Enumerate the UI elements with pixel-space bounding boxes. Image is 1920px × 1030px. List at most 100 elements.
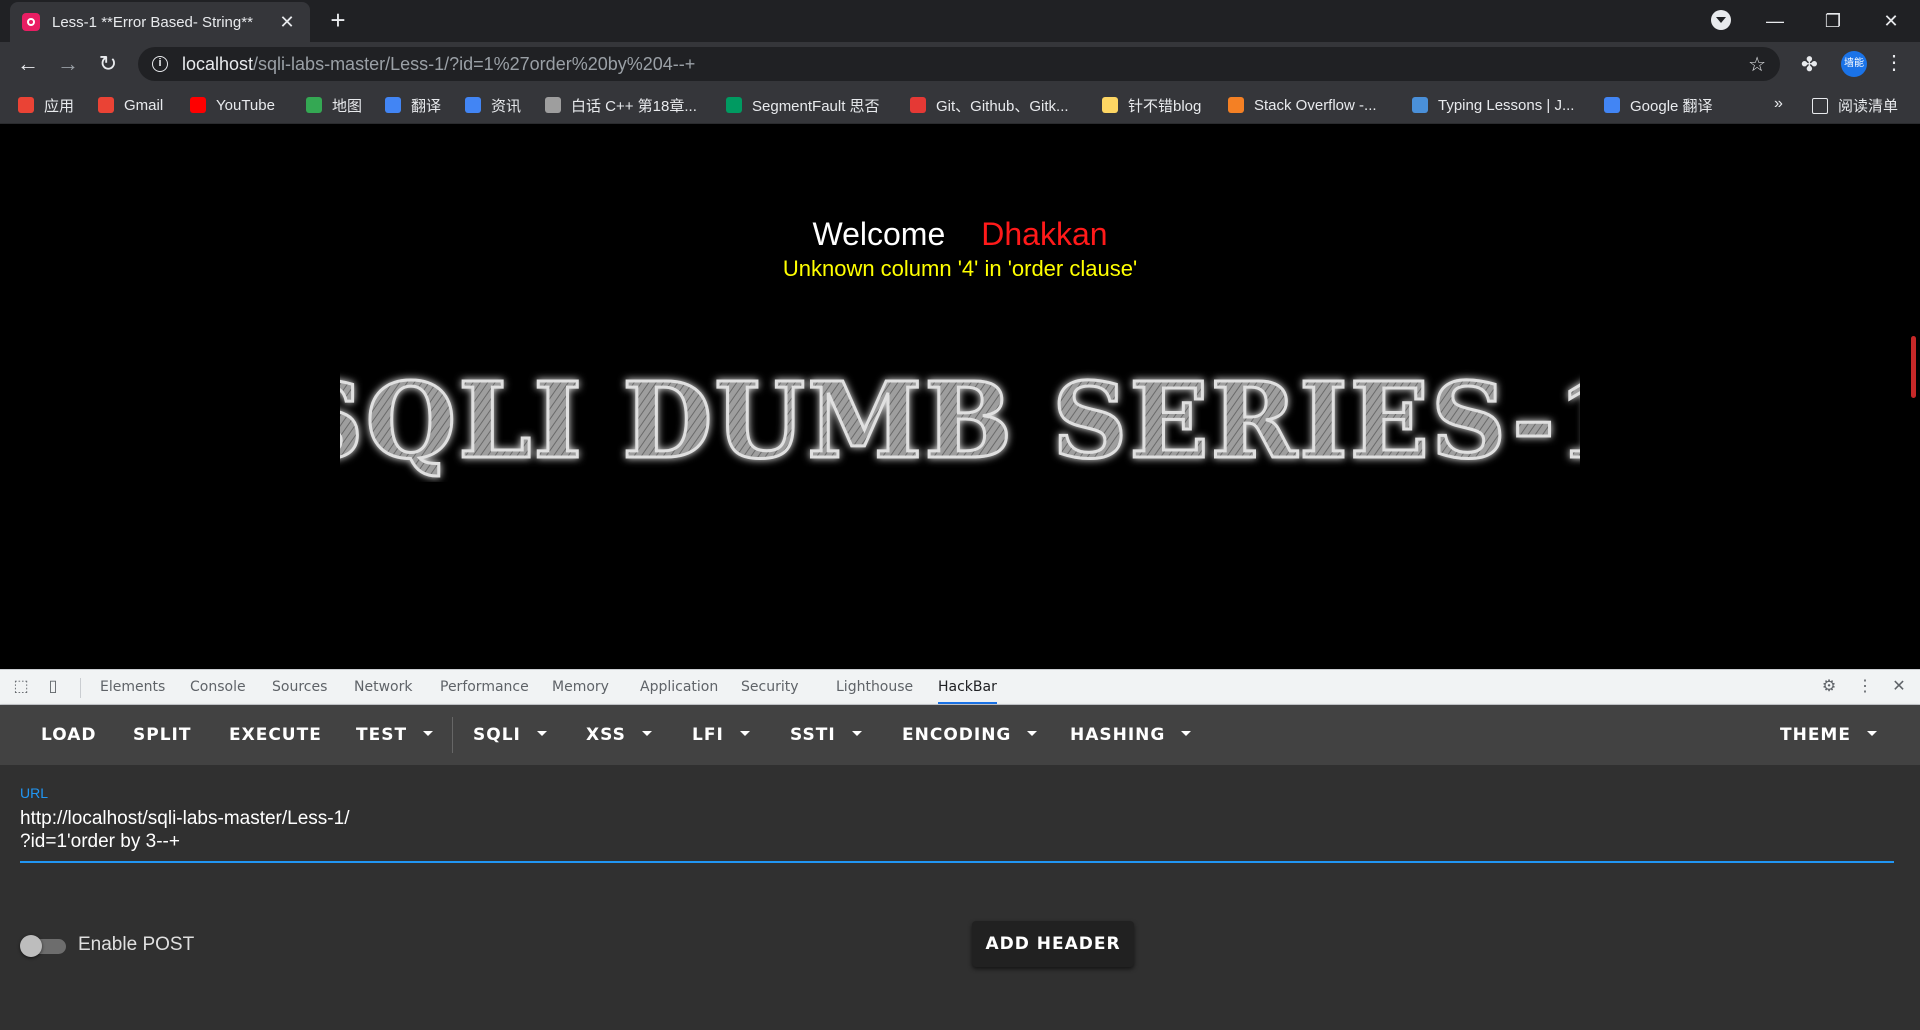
devtools-tab-security[interactable]: Security (741, 670, 799, 704)
devtools-tab-application[interactable]: Application (640, 670, 718, 704)
bookmark-label: Google 翻译 (1630, 97, 1713, 115)
bookmark-star-icon[interactable]: ☆ (1748, 52, 1766, 77)
bookmark-item[interactable]: 针不错blog (1102, 95, 1201, 115)
hackbar-menu-label: LFI (692, 725, 724, 745)
devtools-tab-hackbar[interactable]: HackBar (938, 670, 997, 704)
dropdown-caret-icon (641, 730, 652, 736)
bookmark-label: Stack Overflow -... (1254, 96, 1377, 114)
reading-list-label: 阅读清单 (1838, 98, 1899, 115)
bookmark-item[interactable]: Gmail (98, 95, 163, 115)
tab-favicon-icon (22, 13, 40, 31)
news-icon (465, 97, 481, 113)
hackbar-lfi-button[interactable]: LFI (692, 705, 750, 765)
bookmark-item[interactable]: YouTube (190, 95, 275, 115)
welcome-text: Welcome (812, 216, 946, 252)
devtools-tab-console[interactable]: Console (190, 670, 246, 704)
browser-toolbar: ← → ↻ i localhost /sqli-labs-master/Less… (0, 42, 1920, 86)
bookmark-item[interactable]: 地图 (306, 95, 362, 115)
reading-list-icon (1812, 97, 1828, 114)
reading-list-button[interactable]: 阅读清单 (1812, 95, 1898, 116)
devtools-tab-performance[interactable]: Performance (440, 670, 529, 704)
dropdown-caret-icon (851, 730, 862, 736)
hackbar-hashing-button[interactable]: HASHING (1070, 705, 1192, 765)
username-text: Dhakkan (981, 216, 1108, 252)
apps-grid-icon (18, 97, 34, 113)
forward-icon[interactable]: → (54, 50, 82, 78)
profile-avatar[interactable]: 墙能 (1841, 51, 1867, 77)
page-icon (545, 97, 561, 113)
hackbar-ssti-button[interactable]: SSTI (790, 705, 862, 765)
extensions-puzzle-icon[interactable]: ✤ (1801, 52, 1818, 77)
bookmark-item[interactable]: Stack Overflow -... (1228, 95, 1377, 115)
hackbar-test-button[interactable]: TEST (356, 705, 434, 765)
devtools-tab-elements[interactable]: Elements (100, 670, 165, 704)
bookmarks-overflow-button[interactable]: » (1774, 95, 1783, 113)
maps-icon (306, 97, 322, 113)
site-info-icon[interactable]: i (152, 56, 168, 72)
close-window-icon[interactable]: ✕ (1868, 6, 1914, 36)
bookmark-label: Gmail (124, 96, 164, 114)
dropdown-caret-icon (536, 730, 547, 736)
google-translate-icon (1604, 97, 1620, 113)
browser-tab-strip: Less-1 **Error Based- String** ✕ + — ❐ ✕ (0, 0, 1920, 42)
new-tab-button[interactable]: + (324, 6, 352, 34)
bookmark-item[interactable]: Typing Lessons | J... (1412, 95, 1574, 115)
tab-search-icon[interactable] (1711, 10, 1731, 30)
bookmark-item[interactable]: 翻译 (385, 95, 441, 115)
bookmark-item[interactable]: SegmentFault 思否 (726, 95, 880, 115)
bookmark-item[interactable]: Google 翻译 (1604, 95, 1713, 115)
hackbar-menu-divider (452, 717, 453, 753)
devtools-divider (80, 678, 81, 698)
devtools-settings-icon[interactable]: ⚙ (1820, 678, 1838, 696)
bookmark-item[interactable]: 应用 (18, 95, 74, 115)
enable-post-toggle[interactable] (20, 935, 68, 957)
typing-icon (1412, 97, 1428, 113)
hackbar-execute-button[interactable]: EXECUTE (229, 705, 322, 765)
add-header-button[interactable]: ADD HEADER (972, 921, 1134, 967)
hackbar-panel: URL http://localhost/sqli-labs-master/Le… (0, 765, 1920, 1030)
devtools-tab-network[interactable]: Network (354, 670, 412, 704)
inspect-element-icon[interactable]: ⬚ (12, 678, 30, 696)
tab-close-icon[interactable]: ✕ (276, 12, 298, 33)
hackbar-encoding-button[interactable]: ENCODING (902, 705, 1038, 765)
address-bar[interactable]: i localhost /sqli-labs-master/Less-1/?id… (138, 47, 1780, 81)
bookmark-item[interactable]: 资讯 (465, 95, 521, 115)
device-toolbar-icon[interactable]: ▯ (44, 678, 62, 696)
restore-icon[interactable]: ❐ (1810, 6, 1856, 36)
hackbar-split-button[interactable]: SPLIT (133, 705, 191, 765)
devtools-menu-icon[interactable]: ⋮ (1856, 678, 1874, 696)
bookmark-label: SegmentFault 思否 (752, 97, 880, 115)
folder-icon (1102, 97, 1118, 113)
segmentfault-icon (726, 97, 742, 113)
bookmark-label: 应用 (44, 97, 75, 115)
bookmarks-bar: » 阅读清单 应用 Gmail YouTube 地图 翻译 资讯 白话 C++ 第18章..… (0, 86, 1920, 124)
hackbar-xss-button[interactable]: XSS (586, 705, 652, 765)
url-field-label: URL (20, 785, 49, 801)
hackbar-menu-label: SQLI (473, 725, 521, 745)
hackbar-theme-button[interactable]: THEME (1780, 705, 1877, 765)
url-textarea[interactable]: http://localhost/sqli-labs-master/Less-1… (20, 807, 1890, 853)
url-path: /sqli-labs-master/Less-1/?id=1%27order%2… (253, 53, 696, 74)
hackbar-menu-bar: LOAD SPLIT EXECUTE TEST SQLI XSS LFI SSTI ENCODI… (0, 705, 1920, 765)
git-icon (910, 97, 926, 113)
browser-menu-icon[interactable]: ⋮ (1884, 50, 1904, 75)
reload-icon[interactable]: ↻ (94, 50, 122, 78)
youtube-icon (190, 97, 206, 113)
devtools-close-icon[interactable]: ✕ (1890, 678, 1908, 696)
page-scrollbar[interactable] (1911, 336, 1916, 398)
devtools-tab-sources[interactable]: Sources (272, 670, 327, 704)
dropdown-caret-icon (1181, 730, 1192, 736)
bookmark-item[interactable]: 白话 C++ 第18章... (545, 95, 697, 115)
sql-error-message: Unknown column '4' in 'order clause' (782, 256, 1138, 281)
minimize-icon[interactable]: — (1752, 6, 1798, 36)
stackoverflow-icon (1228, 97, 1244, 113)
hackbar-menu-label: XSS (586, 725, 626, 745)
back-icon[interactable]: ← (14, 50, 42, 78)
hackbar-sqli-button[interactable]: SQLI (473, 705, 547, 765)
browser-tab[interactable]: Less-1 **Error Based- String** ✕ (10, 2, 310, 42)
devtools-tab-memory[interactable]: Memory (552, 670, 609, 704)
bookmark-item[interactable]: Git、Github、Gitk... (910, 95, 1069, 115)
hackbar-load-button[interactable]: LOAD (41, 705, 97, 765)
hackbar-menu-label: TEST (356, 725, 408, 745)
devtools-tab-lighthouse[interactable]: Lighthouse (836, 670, 913, 704)
